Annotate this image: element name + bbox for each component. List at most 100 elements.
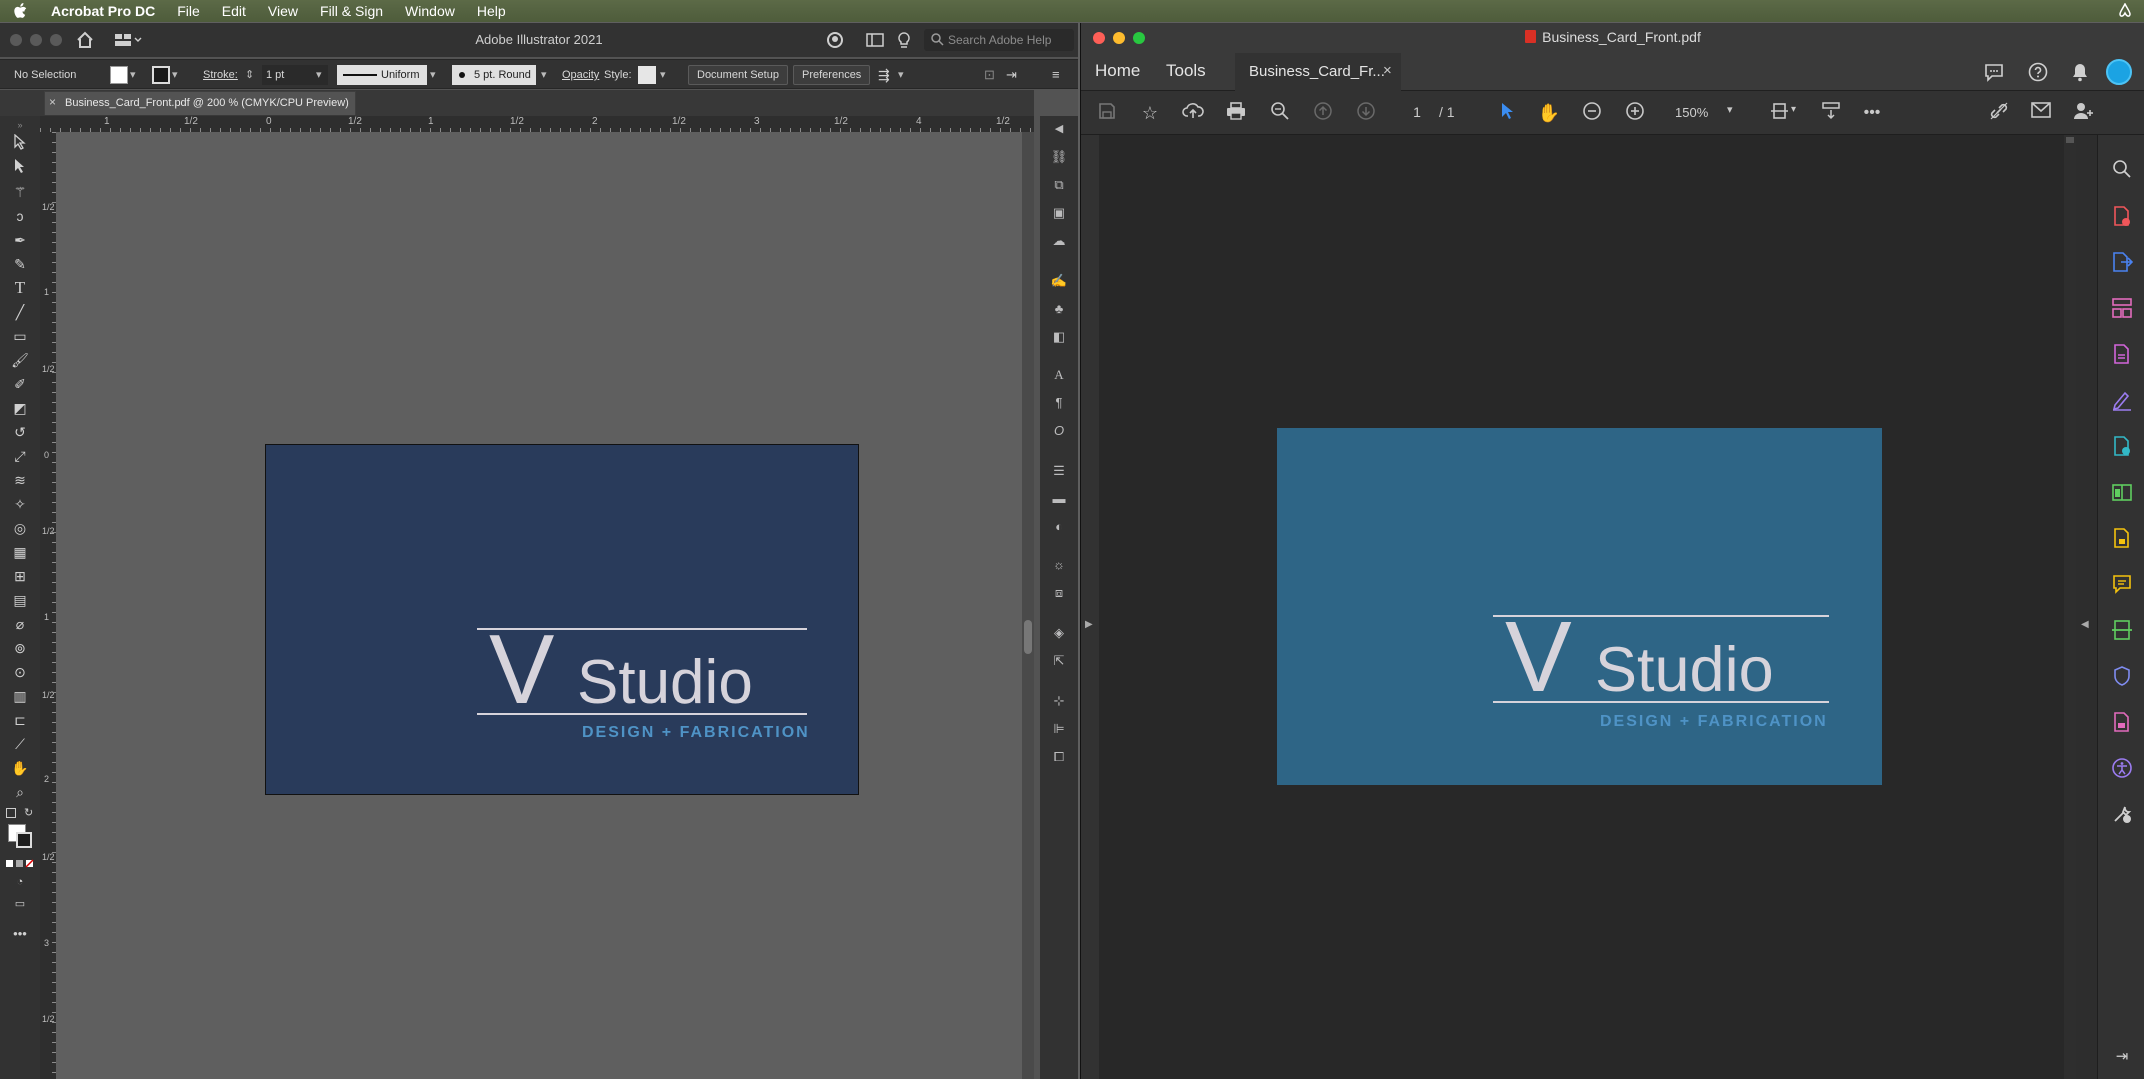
organize-pages-icon[interactable] <box>2110 297 2134 321</box>
home-tab[interactable]: Home <box>1095 61 1140 81</box>
screen-mode-icon[interactable]: ▭ <box>10 894 30 914</box>
next-page-icon[interactable] <box>1354 101 1378 125</box>
opentype-panel-icon[interactable]: O <box>1050 422 1068 440</box>
lightbulb-icon[interactable] <box>896 31 912 49</box>
slice-tool-icon[interactable]: ⟋ <box>10 734 30 754</box>
menu-edit[interactable]: Edit <box>211 3 257 19</box>
layers-panel-icon[interactable]: ◈ <box>1050 624 1068 642</box>
zoom-level-field[interactable]: 150% <box>1675 105 1745 120</box>
pen-tool-icon[interactable]: ✒ <box>10 230 30 250</box>
protect-pdf-yellow-icon[interactable] <box>2110 527 2134 551</box>
stroke-weight-dropdown-icon[interactable]: ▾ <box>316 65 322 85</box>
select-cursor-icon[interactable] <box>1495 101 1519 125</box>
share-link-icon[interactable] <box>1987 101 2011 125</box>
arrange-dropdown-icon[interactable]: ▾ <box>898 65 904 85</box>
hand-tool-icon[interactable]: ✋ <box>10 758 30 778</box>
scroll-mode-icon[interactable] <box>1819 101 1843 125</box>
menu-view[interactable]: View <box>257 3 309 19</box>
protect-shield-icon[interactable] <box>2110 665 2134 689</box>
illustrator-artboard[interactable]: V Studio DESIGN + FABRICATION <box>265 444 859 795</box>
scan-ocr-icon[interactable] <box>2110 619 2134 643</box>
close-tab-icon[interactable]: × <box>1383 62 1392 79</box>
symbols-panel-icon[interactable]: ♣ <box>1050 300 1068 318</box>
document-scrollbar[interactable] <box>2064 135 2076 1079</box>
comment-tool-icon[interactable] <box>2110 573 2134 597</box>
collapse-tools-pane-icon[interactable]: ⇥ <box>2110 1045 2134 1069</box>
style-dropdown-icon[interactable]: ▾ <box>660 65 666 85</box>
column-graph-tool-icon[interactable]: ▥ <box>10 686 30 706</box>
warp-tool-icon[interactable]: ≋ <box>10 470 30 490</box>
stroke-label[interactable]: Stroke: <box>203 65 238 85</box>
arrange-icon[interactable]: ⇶ <box>878 65 890 85</box>
arrange-documents-icon[interactable] <box>826 31 844 49</box>
selection-tool-icon[interactable] <box>10 133 30 154</box>
lasso-tool-icon[interactable]: ↄ <box>10 206 30 226</box>
customize-tools-icon[interactable] <box>2110 803 2134 827</box>
pathfinder-shapes-icon[interactable]: ⧠ <box>1050 748 1068 766</box>
artboards-panel-icon[interactable]: ⧈ <box>1050 584 1068 602</box>
scale-tool-icon[interactable]: ⤢ <box>10 446 30 466</box>
control-panel-menu-icon[interactable]: ≡ <box>1052 65 1060 85</box>
vertical-scrollbar[interactable] <box>1022 132 1034 1079</box>
menu-window[interactable]: Window <box>394 3 466 19</box>
close-tab-icon[interactable]: × <box>49 95 56 109</box>
swap-colors-icon[interactable]: ↻ <box>24 806 33 819</box>
menu-file[interactable]: File <box>166 3 211 19</box>
send-for-signature-icon[interactable] <box>2110 435 2134 459</box>
color-mode-icons[interactable] <box>6 856 34 868</box>
fill-swatch[interactable] <box>110 66 128 84</box>
apple-icon[interactable] <box>0 3 40 19</box>
document-tab[interactable]: Business_Card_Fr... × <box>1235 53 1401 91</box>
gradient-panel-icon[interactable]: ▬ <box>1050 490 1068 508</box>
zoom-out-icon[interactable] <box>1580 101 1604 125</box>
stroke-dropdown-icon[interactable]: ▾ <box>172 65 178 85</box>
help-icon[interactable] <box>2027 61 2049 83</box>
comment-icon[interactable] <box>1983 61 2005 83</box>
edit-pdf-icon[interactable] <box>2110 343 2134 367</box>
scrollbar-thumb[interactable] <box>1024 620 1032 654</box>
preferences-button[interactable]: Preferences <box>793 65 871 85</box>
line-segment-tool-icon[interactable]: ╱ <box>10 302 30 322</box>
edit-toolbar-icon[interactable]: ••• <box>10 924 30 944</box>
page-display-icon[interactable] <box>1769 101 1793 125</box>
libraries-panel-icon[interactable]: ☁ <box>1050 232 1068 250</box>
eraser-tool-icon[interactable]: ◩ <box>10 398 30 418</box>
rectangle-tool-icon[interactable]: ▭ <box>10 326 30 346</box>
pathfinder-panel-icon[interactable]: ⧉ <box>1050 176 1068 194</box>
previous-page-icon[interactable] <box>1311 101 1335 125</box>
bookmark-star-icon[interactable]: ☆ <box>1138 101 1162 125</box>
hand-tool-icon[interactable]: ✋ <box>1537 101 1561 125</box>
mesh-tool-icon[interactable]: ⊞ <box>10 566 30 586</box>
stroke-color-box[interactable] <box>16 832 32 848</box>
graphic-style-swatch[interactable] <box>638 66 656 84</box>
expand-left-panel-icon[interactable]: ▶ <box>1085 619 1093 630</box>
find-text-icon[interactable] <box>1268 101 1292 125</box>
curvature-tool-icon[interactable]: ✎ <box>10 254 30 274</box>
brushes-panel-icon[interactable]: ✍ <box>1050 272 1068 290</box>
gradient-tool-icon[interactable]: ▤ <box>10 590 30 610</box>
type-tool-icon[interactable]: T <box>10 278 30 298</box>
profile-dropdown-icon[interactable]: ▾ <box>430 65 436 85</box>
paintbrush-tool-icon[interactable]: 🖌 <box>10 350 30 370</box>
paragraph-panel-icon[interactable]: ¶ <box>1050 394 1068 412</box>
search-adobe-help-field[interactable]: Search Adobe Help <box>924 29 1074 51</box>
puppet-warp-tool-icon[interactable]: ✧ <box>10 494 30 514</box>
upload-cloud-icon[interactable] <box>1181 101 1205 125</box>
shaper-tool-icon[interactable]: ✐ <box>10 374 30 394</box>
shape-builder-tool-icon[interactable]: ◎ <box>10 518 30 538</box>
stroke-panel-icon[interactable]: ☰ <box>1050 462 1068 480</box>
menu-help[interactable]: Help <box>466 3 517 19</box>
page-display-dropdown-icon[interactable]: ▾ <box>1791 104 1796 115</box>
collapse-right-pane-icon[interactable]: ◀ <box>2081 619 2089 630</box>
transform-panel-icon[interactable]: ⊹ <box>1050 692 1068 710</box>
print-production-icon[interactable] <box>2110 711 2134 735</box>
direct-selection-tool-icon[interactable] <box>10 158 30 178</box>
add-user-icon[interactable] <box>2071 101 2095 125</box>
create-pdf-icon[interactable] <box>2110 205 2134 229</box>
notifications-bell-icon[interactable] <box>2069 61 2091 83</box>
fill-and-sign-icon[interactable] <box>2110 389 2134 413</box>
align-panel-icon[interactable]: ⊫ <box>1050 720 1068 738</box>
appearance-panel-icon[interactable]: ☼ <box>1050 556 1068 574</box>
blend-tool-icon[interactable]: ⊚ <box>10 638 30 658</box>
document-setup-button[interactable]: Document Setup <box>688 65 788 85</box>
